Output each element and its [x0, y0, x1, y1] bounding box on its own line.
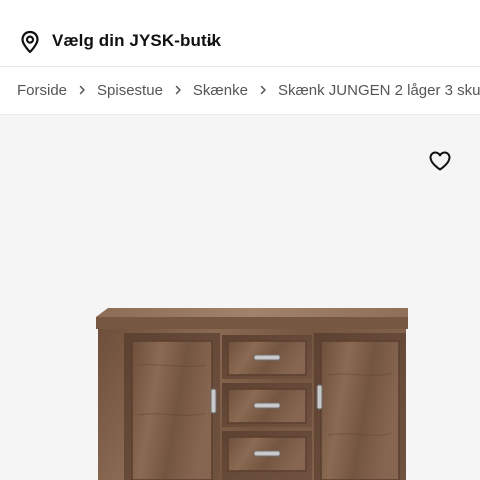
sideboard-image [96, 308, 408, 480]
location-pin-icon [21, 30, 39, 54]
breadcrumb: Forside Spisestue Skænke Skænk JUNGEN 2 … [17, 80, 480, 100]
chevron-right-icon [79, 85, 85, 95]
breadcrumb-item-skaenke[interactable]: Skænke [193, 82, 248, 99]
chevron-right-icon [175, 85, 181, 95]
store-selector-label: Vælg din JYSK-butik [52, 31, 222, 50]
product-image-gallery[interactable] [0, 115, 480, 480]
header-divider [0, 66, 480, 67]
chevron-down-icon [207, 40, 215, 46]
heart-outline-icon[interactable] [428, 150, 452, 172]
chevron-right-icon [260, 85, 266, 95]
breadcrumb-item-spisestue[interactable]: Spisestue [97, 82, 163, 99]
store-selector[interactable]: Vælg din JYSK-butik [0, 14, 480, 66]
breadcrumb-item-forside[interactable]: Forside [17, 82, 67, 99]
breadcrumb-item-current: Skænk JUNGEN 2 låger 3 skuffer [277, 81, 480, 99]
